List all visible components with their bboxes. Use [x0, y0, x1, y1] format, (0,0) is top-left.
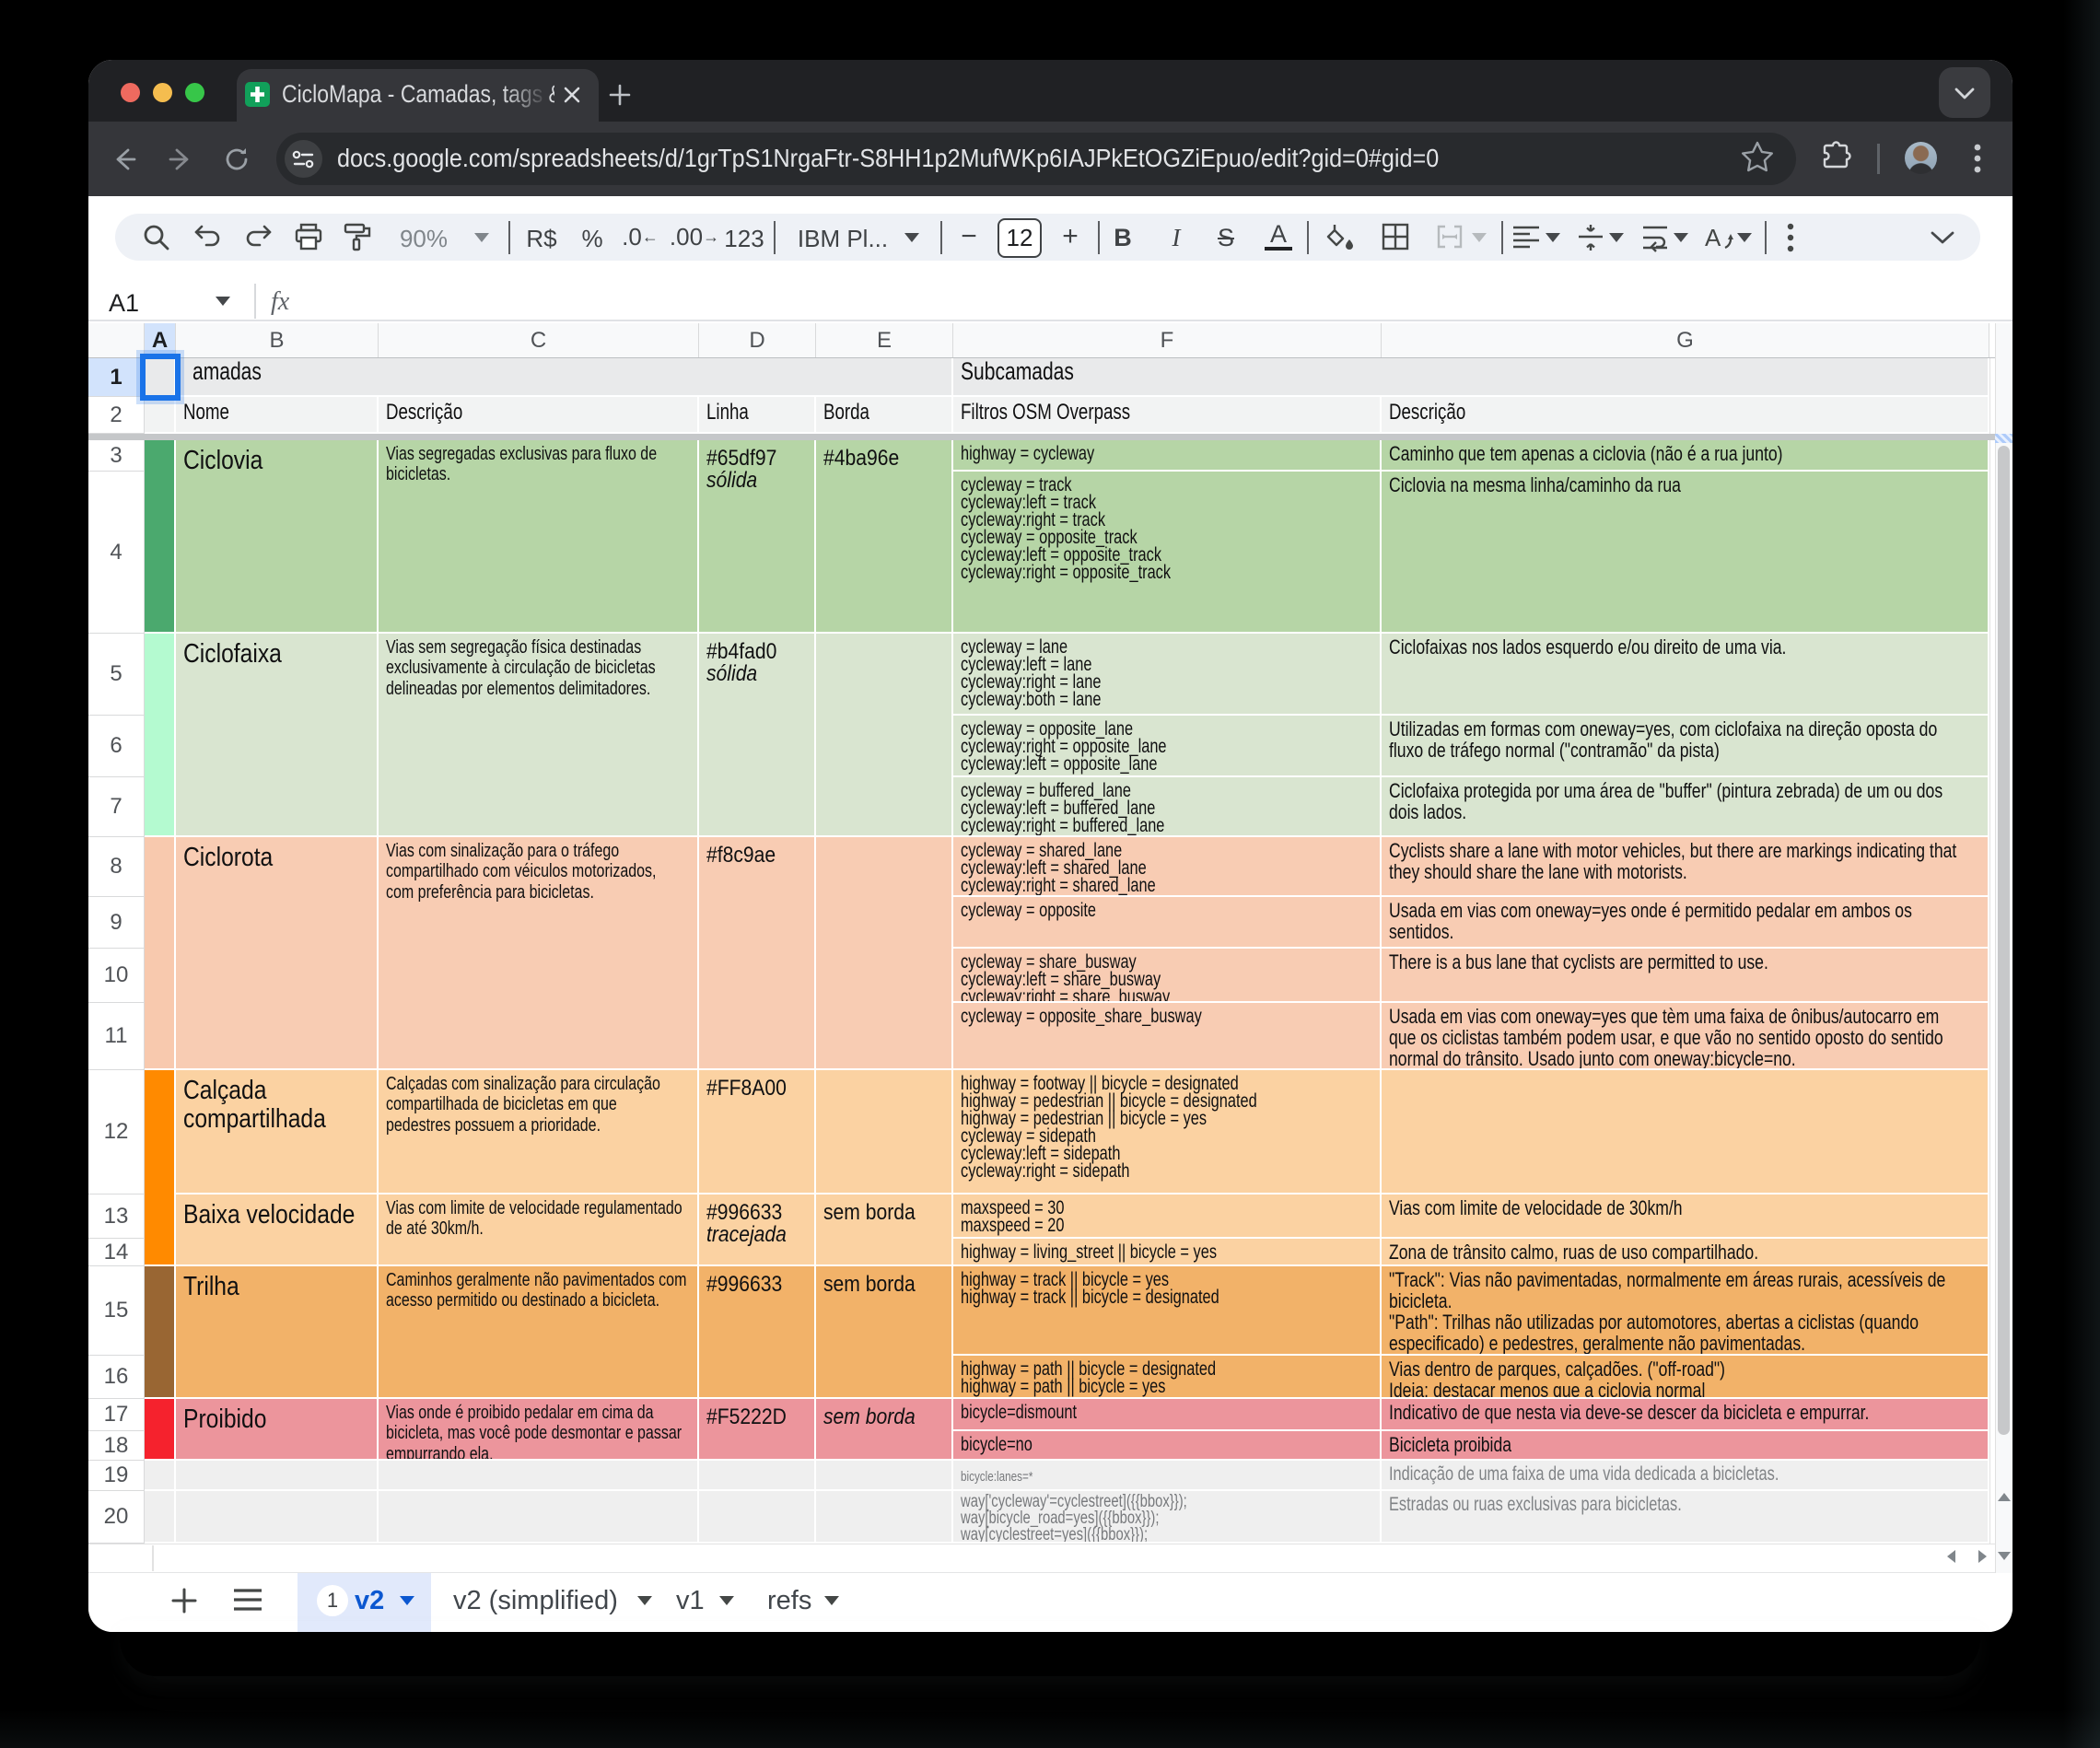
svg-text:A: A — [1705, 224, 1721, 251]
